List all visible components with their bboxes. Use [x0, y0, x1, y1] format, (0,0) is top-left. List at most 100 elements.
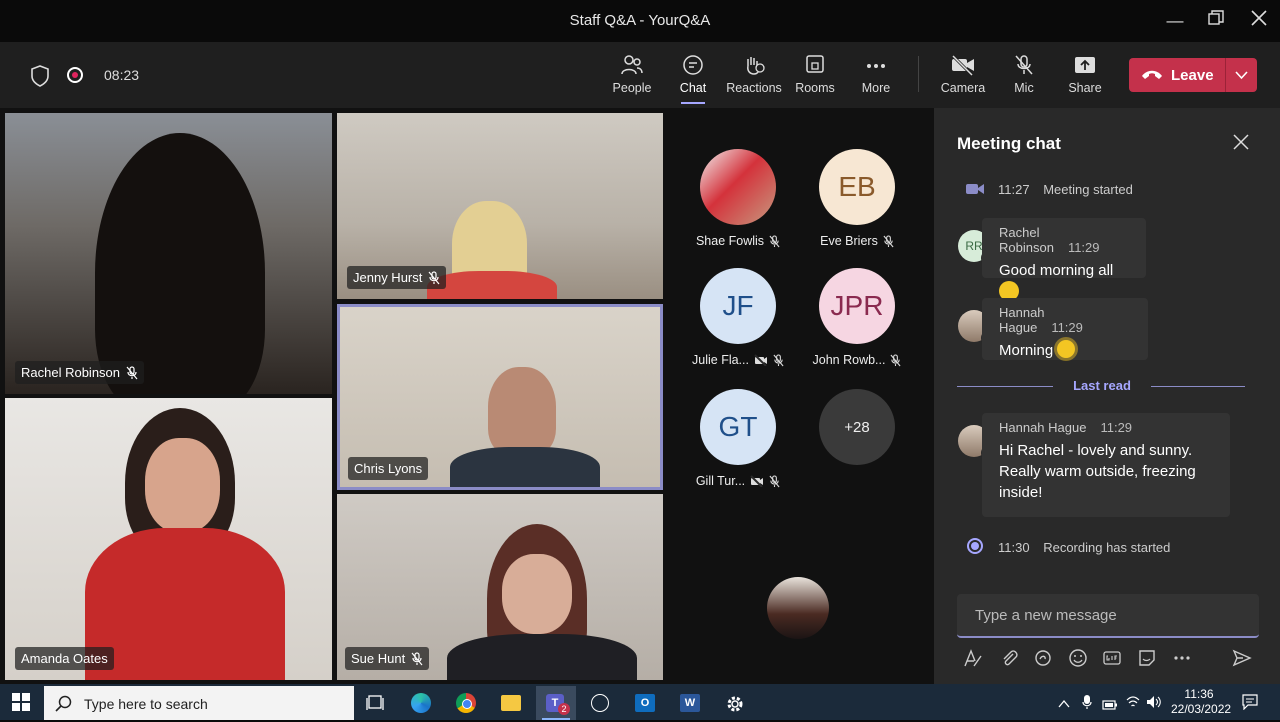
more-icon — [867, 64, 885, 68]
windows-start-icon[interactable] — [12, 693, 30, 716]
video-tile-jenny[interactable]: Jenny Hurst — [337, 113, 663, 299]
avatar: JF — [700, 268, 776, 344]
message-text: Good morning all — [999, 262, 1114, 279]
reactions-button[interactable]: Reactions — [724, 50, 784, 100]
notification-badge: 2 — [558, 703, 570, 715]
notification-center-icon[interactable] — [1242, 694, 1258, 715]
roster-participant[interactable]: JPR John Rowb... — [802, 268, 912, 367]
share-button[interactable]: Share — [1055, 50, 1115, 100]
message-time: 11:29 — [1100, 420, 1133, 435]
avatar-initials: JF — [722, 290, 754, 321]
roster-participant[interactable]: JF Julie Fla... — [683, 268, 793, 367]
video-tile-amanda[interactable]: Amanda Oates — [5, 398, 332, 680]
attach-icon[interactable] — [998, 648, 1020, 670]
people-button[interactable]: People — [602, 50, 662, 100]
chat-message[interactable]: Hannah Hague 11:29 Hi Rachel - lovely and… — [982, 413, 1230, 517]
windows-taskbar: T 2 O W 11:36 22/03/2022 — [0, 684, 1280, 722]
participant-name: Amanda Oates — [21, 651, 108, 666]
more-options-icon[interactable] — [1171, 648, 1193, 670]
hang-up-icon — [1142, 70, 1162, 79]
participant-name: Julie Fla... — [692, 353, 749, 367]
name-tag: Sue Hunt — [345, 647, 430, 670]
task-view-icon[interactable] — [356, 686, 396, 720]
avatar: EB — [819, 149, 895, 225]
leave-button[interactable]: Leave — [1129, 58, 1225, 92]
mic-off-icon — [883, 234, 894, 247]
word-icon[interactable]: W — [671, 686, 711, 720]
battery-icon[interactable] — [1102, 697, 1118, 715]
video-tile-chris[interactable]: Chris Lyons — [337, 304, 663, 490]
more-button[interactable]: More — [846, 50, 906, 100]
overflow-count-label: +28 — [844, 418, 870, 436]
close-icon[interactable] — [1233, 134, 1249, 155]
share-label: Share — [1068, 81, 1102, 95]
settings-gear-icon[interactable] — [716, 686, 756, 720]
participant-silhouette — [488, 367, 556, 455]
camera-label: Camera — [940, 81, 986, 95]
minimize-icon[interactable]: — — [1163, 10, 1187, 32]
rooms-button[interactable]: Rooms — [785, 50, 845, 100]
message-author: Hannah Hague — [999, 420, 1087, 435]
edge-icon[interactable] — [401, 686, 441, 720]
camera-off-icon — [754, 354, 767, 366]
mic-button[interactable]: Mic — [994, 50, 1054, 100]
event-time: 11:30 — [998, 540, 1030, 555]
participant-name: Jenny Hurst — [353, 270, 423, 285]
chrome-icon[interactable] — [446, 686, 486, 720]
people-icon — [621, 55, 643, 75]
file-explorer-icon[interactable] — [491, 686, 531, 720]
roster-participant[interactable]: GT Gill Tur... — [683, 389, 793, 488]
sticker-icon[interactable] — [1136, 648, 1158, 670]
system-event: 11:30 Recording has started — [998, 540, 1170, 555]
chat-message[interactable]: Hannah Hague 11:29 Morning — [982, 298, 1148, 360]
message-text: Morning — [999, 342, 1054, 359]
message-author: Hannah Hague — [999, 305, 1045, 335]
avatar: GT — [700, 389, 776, 465]
wifi-icon[interactable] — [1125, 695, 1141, 714]
leave-options-button[interactable] — [1226, 58, 1257, 92]
event-text: Meeting started — [1043, 182, 1133, 197]
mic-off-icon — [411, 651, 423, 665]
participant-name: Eve Briers — [820, 234, 878, 248]
roster-participant[interactable]: Shae Fowlis — [683, 149, 793, 248]
search-input[interactable] — [82, 686, 346, 722]
gif-icon[interactable] — [1101, 648, 1123, 670]
restore-icon[interactable] — [1204, 10, 1228, 32]
name-tag: Amanda Oates — [15, 647, 114, 670]
loop-icon[interactable] — [1032, 648, 1054, 670]
rooms-label: Rooms — [795, 81, 835, 95]
video-tile-rachel[interactable]: Rachel Robinson — [5, 113, 332, 394]
send-icon[interactable] — [1231, 648, 1253, 670]
microphone-tray-icon[interactable] — [1082, 694, 1092, 715]
mic-label: Mic — [1014, 81, 1034, 95]
overflow-count: +28 — [819, 389, 895, 465]
overflow-participants-button[interactable]: +28 — [802, 389, 912, 465]
chat-message[interactable]: Rachel Robinson 11:29 Good morning all — [982, 218, 1146, 301]
message-input[interactable] — [957, 594, 1259, 636]
chat-button[interactable]: Chat — [663, 50, 723, 104]
window-title: Staff Q&A - YourQ&A — [569, 12, 711, 29]
avatar: JPR — [819, 268, 895, 344]
title-bar: Staff Q&A - YourQ&A — — [0, 0, 1280, 42]
system-clock[interactable]: 11:36 22/03/2022 — [1171, 687, 1231, 717]
recording-started-icon — [967, 538, 983, 554]
event-time: 11:27 — [998, 182, 1030, 197]
camera-button[interactable]: Camera — [933, 50, 993, 100]
emoji-icon[interactable] — [1067, 648, 1089, 670]
recording-indicator-icon — [67, 67, 83, 83]
name-tag: Jenny Hurst — [347, 266, 447, 289]
participant-silhouette — [450, 447, 600, 487]
chevron-up-icon[interactable] — [1058, 696, 1070, 714]
participant-silhouette — [85, 528, 285, 680]
roster-participant[interactable]: EB Eve Briers — [802, 149, 912, 248]
volume-icon[interactable] — [1146, 695, 1162, 714]
shield-icon[interactable] — [30, 65, 50, 92]
close-window-icon[interactable] — [1247, 10, 1271, 32]
outlook-icon[interactable]: O — [626, 686, 666, 720]
video-tile-sue[interactable]: Sue Hunt — [337, 494, 663, 680]
clock-app-icon[interactable] — [581, 686, 621, 720]
teams-icon[interactable]: T 2 — [536, 686, 576, 720]
self-view-avatar[interactable] — [767, 577, 829, 639]
format-icon[interactable] — [962, 648, 984, 670]
camera-off-icon — [951, 54, 974, 76]
